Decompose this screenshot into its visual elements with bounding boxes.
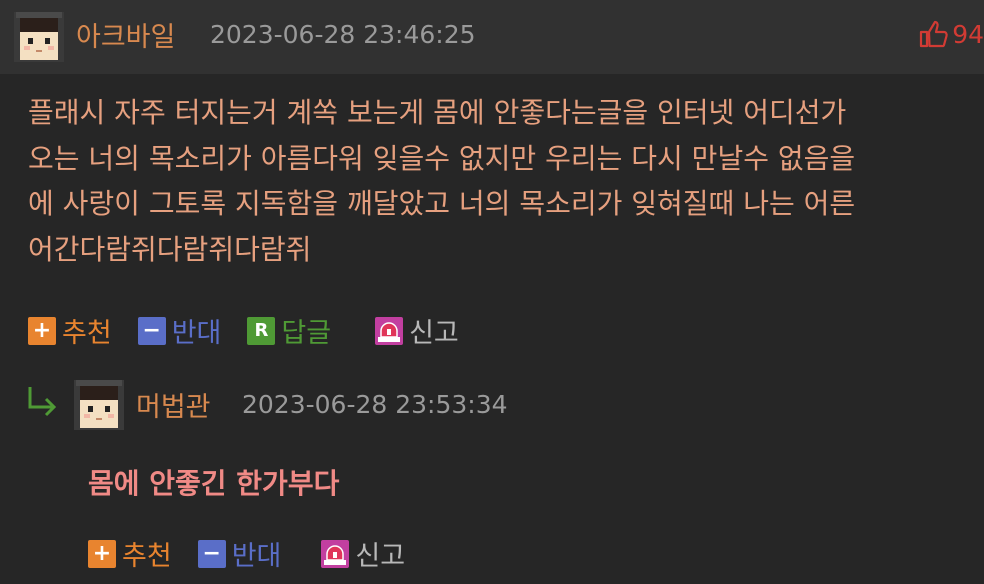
plus-icon: +: [28, 316, 56, 345]
reply-actions: + 추천 − 반대 신고: [88, 534, 431, 573]
report-label: 신고: [355, 541, 406, 572]
siren-icon: [321, 539, 350, 568]
post-nickname[interactable]: 아크바일: [76, 15, 175, 54]
post-body: 플래시 자주 터지는거 계쏙 보는게 몸에 안좋다는글을 인터넷 어디선가 오는…: [28, 90, 984, 272]
reply-date: 2023-06-28 23:53:34: [242, 390, 508, 419]
oppose-label: 반대: [171, 318, 222, 349]
recommend-label: 추천: [122, 541, 172, 572]
reply-oppose-button[interactable]: − 반대: [197, 534, 282, 573]
post-actions: + 추천 − 반대 R 답글 신고: [28, 311, 485, 350]
minus-icon: −: [197, 539, 226, 568]
siren-icon: [375, 316, 404, 345]
post-date: 2023-06-28 23:46:25: [210, 20, 476, 49]
post-body-line: 에 사랑이 그토록 지독함을 깨달았고 너의 목소리가 잊혀질때 나는 어른: [28, 187, 856, 220]
reply-report-button[interactable]: 신고: [321, 534, 405, 573]
reply-arrow-icon: [26, 383, 62, 419]
recommend-button[interactable]: + 추천: [28, 311, 112, 350]
post-body-line: 오는 너의 목소리가 아름다워 잊을수 없지만 우리는 다시 만날수 없음을: [28, 141, 856, 175]
reply-avatar[interactable]: [74, 380, 124, 430]
avatar-image: [14, 12, 64, 62]
reply-body: 몸에 안좋긴 한가부다: [88, 467, 340, 500]
report-label: 신고: [409, 318, 459, 349]
plus-icon: +: [88, 539, 116, 568]
like-count: 94: [952, 19, 984, 49]
reply-label: 답글: [281, 318, 332, 349]
oppose-label: 반대: [231, 541, 282, 572]
recommend-label: 추천: [62, 318, 112, 349]
reply-recommend-button[interactable]: + 추천: [88, 534, 172, 573]
post-body-line: 플래시 자주 터지는거 계쏙 보는게 몸에 안좋다는글을 인터넷 어디선가: [28, 96, 847, 129]
avatar[interactable]: [14, 12, 64, 62]
reply-button[interactable]: R 답글: [247, 311, 331, 350]
reply-nickname[interactable]: 머법관: [136, 385, 211, 424]
thumbs-up-icon: [920, 20, 948, 48]
oppose-button[interactable]: − 반대: [137, 311, 222, 350]
r-icon: R: [247, 316, 276, 345]
avatar-image: [74, 380, 124, 430]
minus-icon: −: [137, 316, 166, 345]
post-body-line: 어간다람쥐다람쥐다람쥐: [28, 232, 312, 266]
report-button[interactable]: 신고: [375, 311, 459, 350]
like-button[interactable]: 94: [918, 14, 984, 54]
post-header: 아크바일 2023-06-28 23:46:25 94: [0, 0, 984, 74]
